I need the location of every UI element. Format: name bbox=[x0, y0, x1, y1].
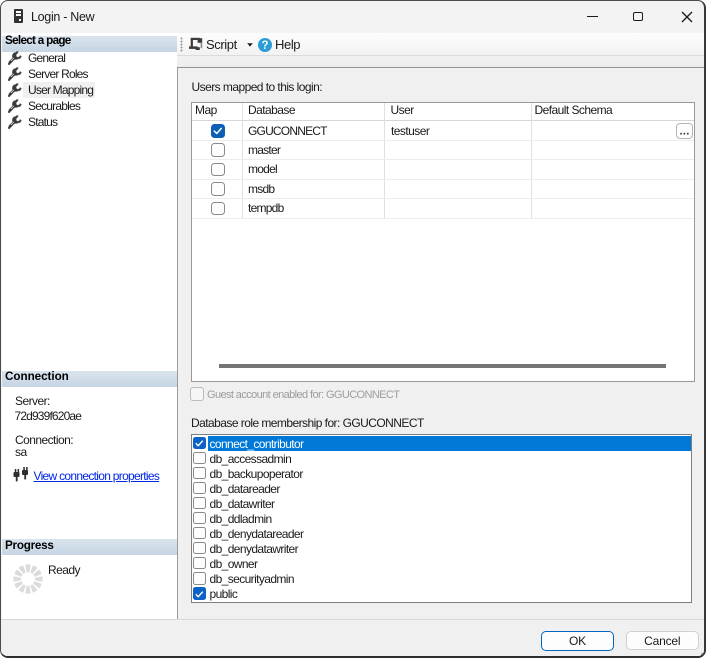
svg-text:?: ? bbox=[261, 40, 268, 52]
